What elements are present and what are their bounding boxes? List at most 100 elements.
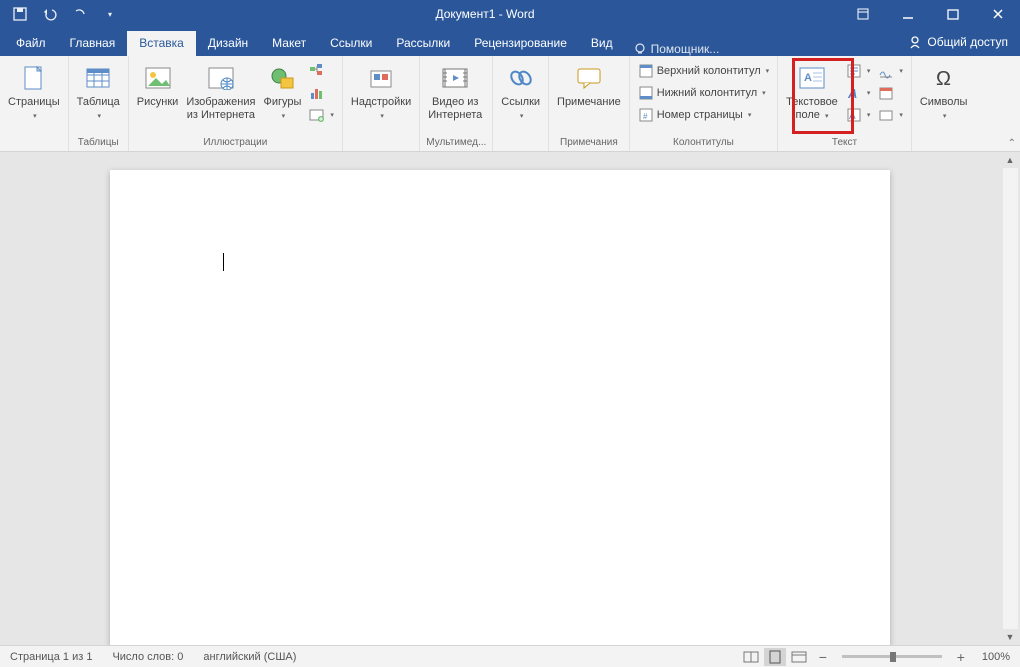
scroll-up-button[interactable]: ▲ bbox=[1003, 152, 1018, 168]
pages-label: Страницы bbox=[8, 96, 60, 108]
status-word-count[interactable]: Число слов: 0 bbox=[102, 651, 193, 663]
minimize-button[interactable] bbox=[885, 0, 930, 28]
zoom-in-button[interactable]: + bbox=[950, 648, 972, 666]
quick-parts-icon bbox=[846, 63, 862, 79]
footer-label: Нижний колонтитул bbox=[657, 87, 757, 99]
zoom-out-button[interactable]: − bbox=[812, 648, 834, 666]
screenshot-icon bbox=[309, 107, 325, 123]
screenshot-button[interactable]: ▾ bbox=[305, 104, 338, 126]
undo-button[interactable] bbox=[38, 2, 62, 26]
illustrations-small-buttons: ▾ bbox=[305, 58, 338, 126]
group-links: Ссылки▾ bbox=[493, 56, 549, 151]
tab-mailings[interactable]: Рассылки bbox=[384, 31, 462, 56]
textbox-label: Текстовое поле ▾ bbox=[786, 96, 838, 121]
footer-button[interactable]: Нижний колонтитул▾ bbox=[634, 82, 773, 104]
page[interactable] bbox=[110, 170, 890, 645]
smartart-button[interactable] bbox=[305, 60, 338, 82]
status-language[interactable]: английский (США) bbox=[193, 651, 306, 663]
zoom-thumb[interactable] bbox=[890, 652, 896, 662]
pictures-button[interactable]: Рисунки bbox=[133, 58, 183, 111]
text-cursor bbox=[223, 253, 224, 271]
header-icon bbox=[638, 63, 654, 79]
tab-insert[interactable]: Вставка bbox=[127, 31, 196, 56]
table-label: Таблица bbox=[77, 96, 120, 108]
online-pictures-button[interactable]: Изображения из Интернета bbox=[182, 58, 259, 123]
tab-file[interactable]: Файл bbox=[4, 31, 58, 56]
chart-icon bbox=[309, 85, 325, 101]
group-pages: Страницы▾ bbox=[0, 56, 69, 151]
document-area[interactable]: ▲ ▼ bbox=[0, 152, 1020, 645]
status-page[interactable]: Страница 1 из 1 bbox=[0, 651, 102, 663]
video-icon bbox=[439, 62, 471, 94]
online-video-button[interactable]: Видео из Интернета bbox=[424, 58, 486, 123]
tab-view[interactable]: Вид bbox=[579, 31, 625, 56]
wordart-button[interactable]: A▾ bbox=[842, 82, 875, 104]
svg-text:A: A bbox=[804, 72, 812, 84]
video-label: Видео из Интернета bbox=[428, 96, 482, 121]
maximize-button[interactable] bbox=[930, 0, 975, 28]
tell-me-search[interactable]: Помощник... bbox=[625, 42, 728, 56]
addins-icon bbox=[365, 62, 397, 94]
tab-references[interactable]: Ссылки bbox=[318, 31, 384, 56]
svg-text:Ω: Ω bbox=[936, 68, 951, 90]
online-pictures-icon bbox=[205, 62, 237, 94]
ribbon-display-options-button[interactable] bbox=[840, 0, 885, 28]
page-number-button[interactable]: #Номер страницы▾ bbox=[634, 104, 773, 126]
window-controls bbox=[840, 0, 1020, 28]
table-button[interactable]: Таблица▾ bbox=[73, 58, 124, 123]
tab-review[interactable]: Рецензирование bbox=[462, 31, 579, 56]
signature-line-button[interactable]: ▾ bbox=[874, 60, 907, 82]
quick-parts-button[interactable]: ▾ bbox=[842, 60, 875, 82]
footer-icon bbox=[638, 85, 654, 101]
shapes-label: Фигуры bbox=[263, 96, 301, 108]
quick-access-toolbar: ▾ bbox=[0, 2, 130, 26]
group-tables: Таблица▾ Таблицы bbox=[69, 56, 129, 151]
symbols-button[interactable]: Ω Символы▾ bbox=[916, 58, 972, 123]
group-comments: Примечание Примечания bbox=[549, 56, 630, 151]
pictures-label: Рисунки bbox=[137, 96, 179, 109]
scroll-down-button[interactable]: ▼ bbox=[1003, 629, 1018, 645]
web-layout-button[interactable] bbox=[788, 648, 810, 666]
lightbulb-icon bbox=[633, 42, 647, 56]
svg-text:A: A bbox=[849, 111, 856, 122]
tell-me-label: Помощник... bbox=[651, 42, 720, 56]
drop-cap-button[interactable]: A▾ bbox=[842, 104, 875, 126]
shapes-button[interactable]: Фигуры▾ bbox=[259, 58, 305, 123]
zoom-level[interactable]: 100% bbox=[974, 651, 1014, 663]
group-tables-label: Таблицы bbox=[73, 135, 124, 151]
scroll-track[interactable] bbox=[1003, 168, 1018, 629]
save-button[interactable] bbox=[8, 2, 32, 26]
vertical-scrollbar[interactable]: ▲ ▼ bbox=[1002, 152, 1018, 645]
group-media: Видео из Интернета Мультимед... bbox=[420, 56, 493, 151]
qat-customize-icon[interactable]: ▾ bbox=[98, 2, 122, 26]
group-comments-label: Примечания bbox=[553, 135, 625, 151]
addins-button[interactable]: Надстройки▾ bbox=[347, 58, 415, 123]
group-illustrations-label: Иллюстрации bbox=[133, 135, 338, 151]
picture-icon bbox=[142, 62, 174, 94]
tab-home[interactable]: Главная bbox=[58, 31, 128, 56]
links-button[interactable]: Ссылки▾ bbox=[497, 58, 544, 123]
redo-button[interactable] bbox=[68, 2, 92, 26]
group-symbols: Ω Символы▾ bbox=[912, 56, 976, 151]
close-button[interactable] bbox=[975, 0, 1020, 28]
group-media-label: Мультимед... bbox=[424, 135, 488, 151]
tab-design[interactable]: Дизайн bbox=[196, 31, 260, 56]
shapes-icon bbox=[266, 62, 298, 94]
zoom-slider[interactable] bbox=[842, 655, 942, 658]
chart-button[interactable] bbox=[305, 82, 338, 104]
comment-button[interactable]: Примечание bbox=[553, 58, 625, 111]
object-button[interactable]: ▾ bbox=[874, 104, 907, 126]
header-button[interactable]: Верхний колонтитул▾ bbox=[634, 60, 773, 82]
share-label: Общий доступ bbox=[927, 35, 1008, 49]
date-time-button[interactable] bbox=[874, 82, 907, 104]
tab-layout[interactable]: Макет bbox=[260, 31, 318, 56]
comment-label: Примечание bbox=[557, 96, 621, 109]
page-icon bbox=[18, 62, 50, 94]
pages-button[interactable]: Страницы▾ bbox=[4, 58, 64, 123]
read-mode-button[interactable] bbox=[740, 648, 762, 666]
share-button[interactable]: Общий доступ bbox=[896, 28, 1020, 56]
collapse-ribbon-button[interactable]: ⌃ bbox=[1008, 138, 1016, 149]
print-layout-button[interactable] bbox=[764, 648, 786, 666]
textbox-button[interactable]: A Текстовое поле ▾ bbox=[782, 58, 842, 123]
textbox-icon: A bbox=[796, 62, 828, 94]
